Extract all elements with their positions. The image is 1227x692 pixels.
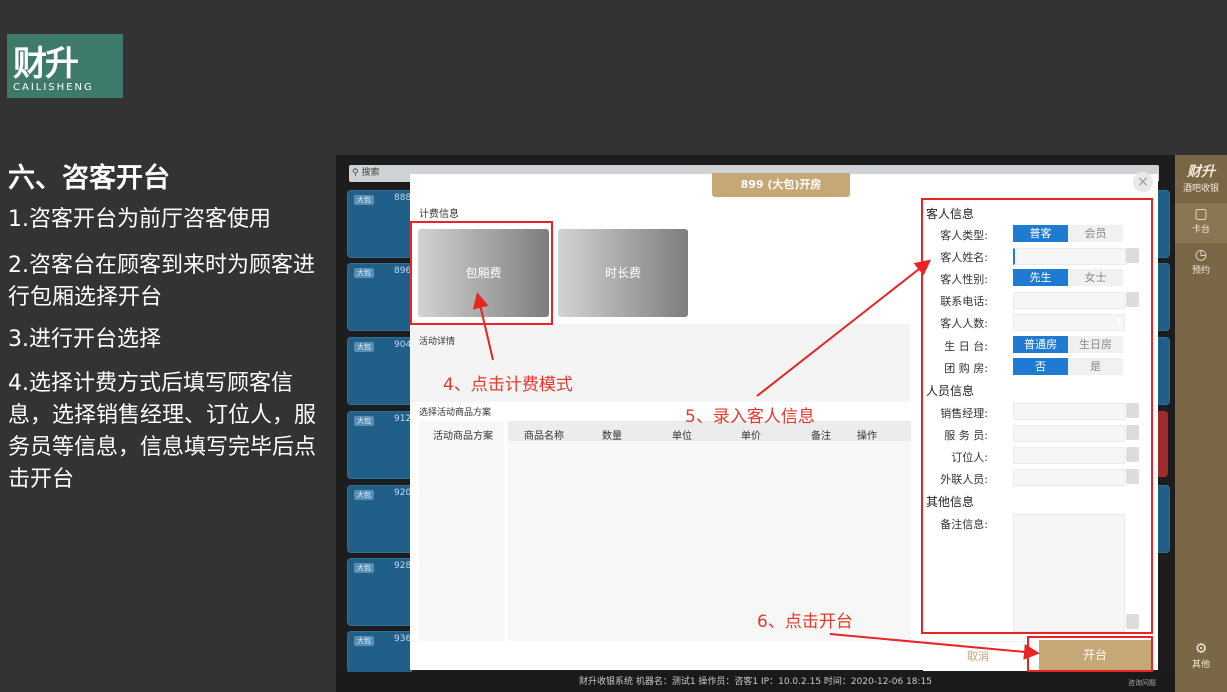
annotation-arrows <box>472 259 1040 660</box>
annotation-step-4: 4、点击计费模式 <box>443 375 573 395</box>
arrow-to-guest-info <box>756 259 932 397</box>
arrow-to-open-button <box>829 633 1040 660</box>
arrow-to-billing <box>472 292 494 361</box>
annotation-step-6: 6、点击开台 <box>757 612 853 632</box>
annotation-step-5: 5、录入客人信息 <box>685 407 815 427</box>
